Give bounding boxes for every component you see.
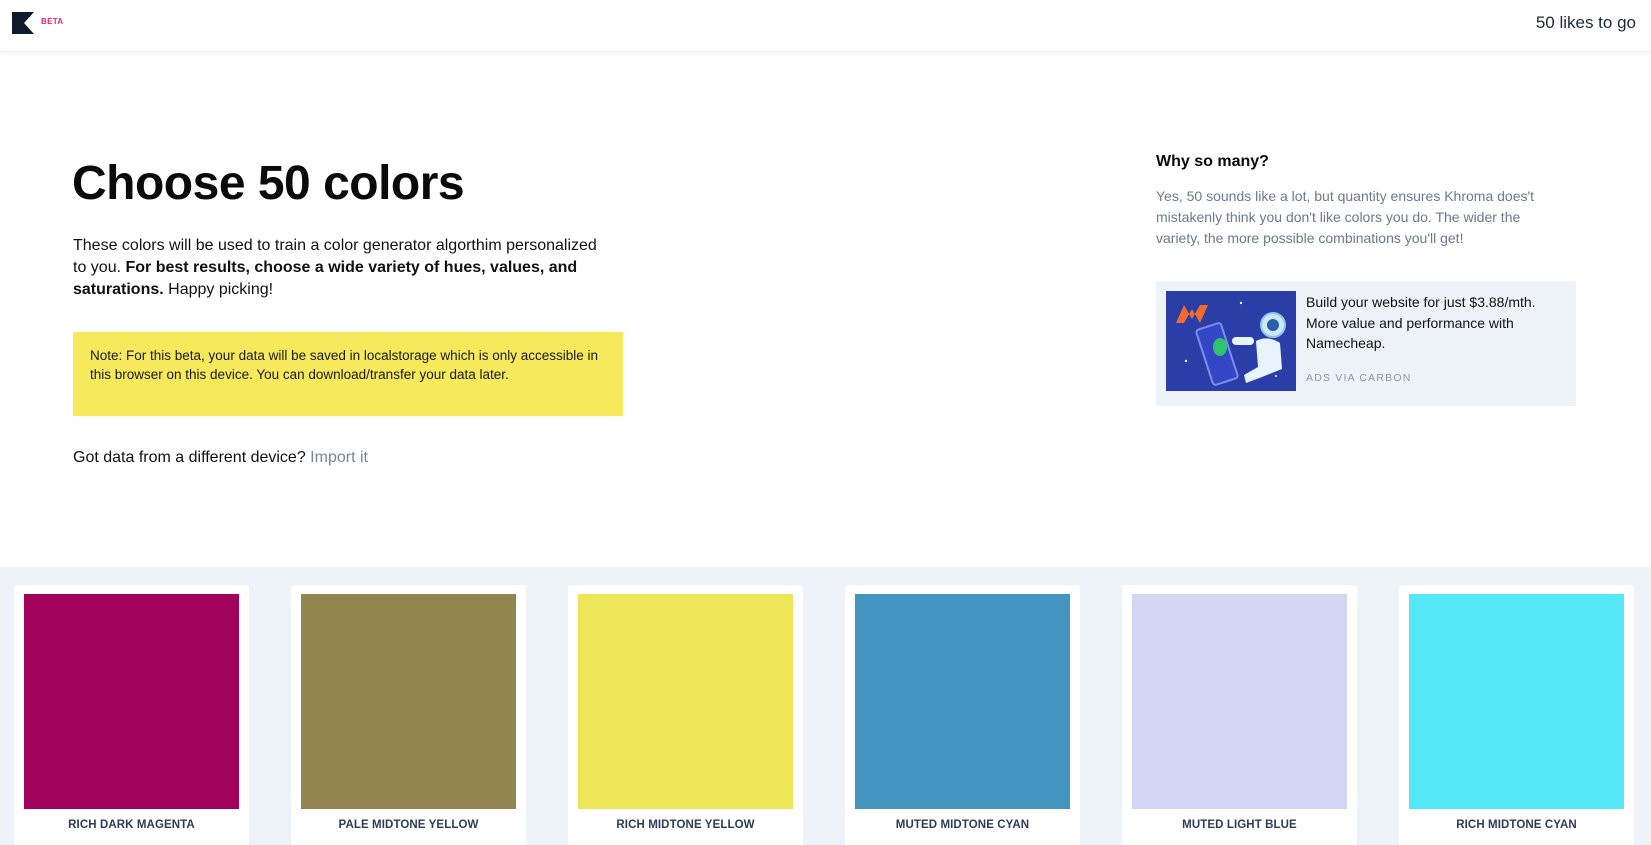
color-swatch[interactable] xyxy=(1132,594,1347,809)
likes-remaining-counter: 50 likes to go xyxy=(1535,13,1636,32)
namecheap-astronaut-illustration-icon xyxy=(1166,291,1296,391)
why-text: Yes, 50 sounds like a lot, but quantity … xyxy=(1156,188,1535,246)
color-name: MUTED MIDTONE CYAN xyxy=(895,819,1030,831)
ad-text[interactable]: Build your website for just $3.88/mth. M… xyxy=(1306,292,1568,354)
ads-via-carbon-link[interactable]: ADS VIA CARBON xyxy=(1306,372,1412,384)
color-name: MUTED LIGHT BLUE xyxy=(1182,819,1297,831)
color-name: RICH MIDTONE YELLOW xyxy=(616,819,755,831)
color-swatch[interactable] xyxy=(1409,594,1624,809)
color-name: PALE MIDTONE YELLOW xyxy=(338,819,479,831)
import-link[interactable]: Import it xyxy=(310,449,368,466)
why-heading: Why so many? xyxy=(1156,153,1269,170)
intro-text-bold: For best results, choose a wide variety … xyxy=(73,259,578,298)
carbon-ad[interactable]: Build your website for just $3.88/mth. M… xyxy=(1156,281,1576,406)
color-card[interactable]: MUTED MIDTONE CYAN xyxy=(845,585,1080,845)
import-question: Got data from a different device? xyxy=(73,449,311,466)
beta-badge: BETA xyxy=(41,17,64,26)
ad-image[interactable] xyxy=(1166,291,1296,391)
intro-text-part2: Happy picking! xyxy=(163,281,274,298)
beta-note-box: Note: For this beta, your data will be s… xyxy=(73,332,623,416)
intro-text: These colors will be used to train a col… xyxy=(73,235,613,301)
color-card[interactable]: RICH DARK MAGENTA xyxy=(14,585,249,845)
color-card[interactable]: MUTED LIGHT BLUE xyxy=(1122,585,1357,845)
color-name: RICH DARK MAGENTA xyxy=(68,819,195,831)
page-title: Choose 50 colors xyxy=(72,157,465,210)
beta-note-text: Note: For this beta, your data will be s… xyxy=(90,348,599,382)
color-card[interactable]: PALE MIDTONE YELLOW xyxy=(291,585,526,845)
import-prompt: Got data from a different device? Import… xyxy=(73,449,368,467)
color-swatch[interactable] xyxy=(24,594,239,809)
khroma-logo-icon[interactable] xyxy=(12,12,34,34)
color-name: RICH MIDTONE CYAN xyxy=(1456,819,1577,831)
top-bar: BETA 50 likes to go xyxy=(0,0,1651,52)
color-card[interactable]: RICH MIDTONE YELLOW xyxy=(568,585,803,845)
color-card[interactable]: RICH MIDTONE CYAN xyxy=(1399,585,1634,845)
color-swatch[interactable] xyxy=(301,594,516,809)
color-swatch[interactable] xyxy=(855,594,1070,809)
color-swatch[interactable] xyxy=(578,594,793,809)
